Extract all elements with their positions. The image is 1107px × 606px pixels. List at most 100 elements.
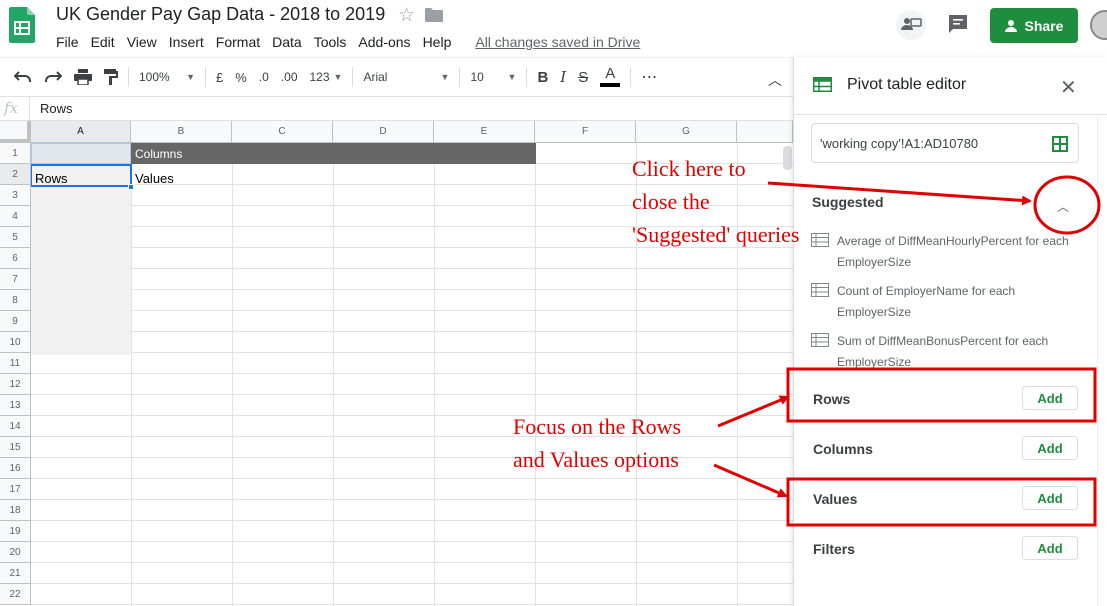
row-header[interactable]: 21 (0, 563, 31, 584)
decrease-decimal-button[interactable]: .0 (259, 70, 269, 84)
column-header[interactable]: B (131, 121, 232, 143)
undo-icon[interactable] (14, 70, 32, 84)
column-header[interactable]: C (232, 121, 333, 143)
add-columns-button[interactable]: Add (1022, 436, 1078, 460)
percent-format-button[interactable]: % (235, 70, 247, 85)
row-header[interactable]: 20 (0, 542, 31, 563)
font-family-value: Arial (363, 70, 388, 84)
print-icon[interactable] (74, 69, 92, 85)
suggested-label: Suggested (812, 194, 884, 210)
bold-button[interactable]: B (537, 69, 548, 86)
share-label: Share (1024, 17, 1064, 34)
row-header[interactable]: 22 (0, 584, 31, 605)
font-family-select[interactable]: Arial ▼ (363, 70, 449, 84)
row-header[interactable]: 18 (0, 500, 31, 521)
fx-icon: fx (0, 96, 30, 121)
menu-format[interactable]: Format (216, 34, 260, 50)
redo-icon[interactable] (44, 70, 62, 84)
row-header[interactable]: 13 (0, 395, 31, 416)
menu-addons[interactable]: Add-ons (358, 34, 410, 50)
star-icon[interactable]: ☆ (398, 4, 415, 27)
row-header[interactable]: 11 (0, 353, 31, 374)
row-header[interactable]: 9 (0, 311, 31, 332)
row-header[interactable]: 17 (0, 479, 31, 500)
row-header[interactable]: 7 (0, 269, 31, 290)
hide-menus-chevron-up-icon[interactable]: ︿ (768, 70, 782, 90)
column-header[interactable]: G (636, 121, 737, 143)
chevron-down-icon: ▼ (440, 72, 450, 82)
toolbar-divider (526, 67, 528, 87)
save-status-link[interactable]: All changes saved in Drive (475, 34, 640, 50)
column-header[interactable] (737, 121, 793, 143)
cell-b1[interactable]: Columns (135, 147, 182, 161)
menu-data[interactable]: Data (272, 34, 302, 50)
pivot-editor-header: Pivot table editor ✕ (794, 57, 1107, 115)
column-header[interactable]: D (333, 121, 434, 143)
menu-file[interactable]: File (56, 34, 79, 50)
row-header[interactable]: 19 (0, 521, 31, 542)
row-header[interactable]: 12 (0, 374, 31, 395)
menu-view[interactable]: View (127, 34, 157, 50)
add-filters-button[interactable]: Add (1022, 536, 1078, 560)
annotation-close-suggested-line-1: Click here to (632, 156, 746, 181)
select-data-range-icon[interactable] (1052, 136, 1068, 152)
text-color-button[interactable]: A (600, 66, 621, 87)
suggestion-item[interactable]: Sum of DiffMeanBonusPercent for each Emp… (811, 331, 1081, 373)
pivot-columns-header-band (131, 143, 536, 164)
menu-help[interactable]: Help (423, 34, 452, 50)
row-header[interactable]: 8 (0, 290, 31, 311)
data-range-field[interactable]: 'working copy'!A1:AD10780 (811, 123, 1079, 163)
annotation-focus-line-2: and Values options (513, 447, 679, 472)
document-title[interactable]: UK Gender Pay Gap Data - 2018 to 2019 (56, 4, 385, 25)
row-header[interactable]: 16 (0, 458, 31, 479)
folder-icon[interactable] (425, 8, 443, 22)
cell-b2[interactable]: Values (135, 171, 174, 186)
data-range-value: 'working copy'!A1:AD10780 (820, 136, 979, 151)
row-header[interactable]: 5 (0, 227, 31, 248)
google-sheets-logo-icon[interactable] (9, 7, 35, 43)
close-icon[interactable]: ✕ (1060, 75, 1077, 100)
select-all-corner[interactable] (0, 121, 31, 143)
menu-insert[interactable]: Insert (169, 34, 204, 50)
row-header[interactable]: 14 (0, 416, 31, 437)
zoom-select[interactable]: 100% ▼ (139, 70, 195, 84)
more-options-icon[interactable]: ⋯ (641, 67, 657, 87)
panel-scroll-track[interactable] (1097, 114, 1098, 606)
toolbar: 100% ▼ £ % .0 .00 123 ▼ Arial ▼ 10 ▼ B I S A… (0, 57, 793, 97)
italic-button[interactable]: I (560, 68, 566, 86)
add-values-button[interactable]: Add (1022, 486, 1078, 510)
increase-decimal-button[interactable]: .00 (281, 70, 298, 84)
column-header[interactable]: A (31, 121, 131, 143)
share-button[interactable]: Share (990, 8, 1078, 43)
font-size-select[interactable]: 10 ▼ (470, 70, 516, 84)
row-header[interactable]: 15 (0, 437, 31, 458)
chevron-down-icon: ▼ (507, 72, 517, 82)
filters-label: Filters (813, 541, 856, 557)
vertical-scrollbar[interactable] (783, 146, 792, 170)
meet-present-button[interactable] (896, 10, 926, 40)
menu-tools[interactable]: Tools (314, 34, 347, 50)
currency-format-button[interactable]: £ (216, 70, 223, 85)
menu-edit[interactable]: Edit (91, 34, 115, 50)
add-rows-button[interactable]: Add (1022, 386, 1078, 410)
row-header[interactable]: 3 (0, 185, 31, 206)
comment-history-icon[interactable] (947, 13, 969, 35)
row-header[interactable]: 1 (0, 143, 31, 164)
row-header[interactable]: 10 (0, 332, 31, 353)
columns-label: Columns (813, 441, 873, 457)
suggestion-item[interactable]: Count of EmployerName for each EmployerS… (811, 281, 1081, 323)
fill-handle[interactable] (128, 184, 134, 190)
row-header[interactable]: 4 (0, 206, 31, 227)
column-header[interactable]: E (434, 121, 535, 143)
collapse-suggested-chevron-up-icon[interactable]: ︿ (1048, 191, 1078, 221)
suggestion-item[interactable]: Average of DiffMeanHourlyPercent for eac… (811, 231, 1081, 273)
cell-a1[interactable] (31, 143, 131, 164)
row-header[interactable]: 6 (0, 248, 31, 269)
formula-input[interactable]: Rows (30, 101, 73, 116)
row-header[interactable]: 2 (0, 164, 31, 185)
more-formats-select[interactable]: 123 ▼ (310, 70, 343, 84)
column-header[interactable]: F (535, 121, 636, 143)
account-avatar[interactable] (1090, 10, 1107, 40)
paint-format-icon[interactable] (104, 69, 118, 85)
strikethrough-button[interactable]: S (578, 69, 588, 86)
